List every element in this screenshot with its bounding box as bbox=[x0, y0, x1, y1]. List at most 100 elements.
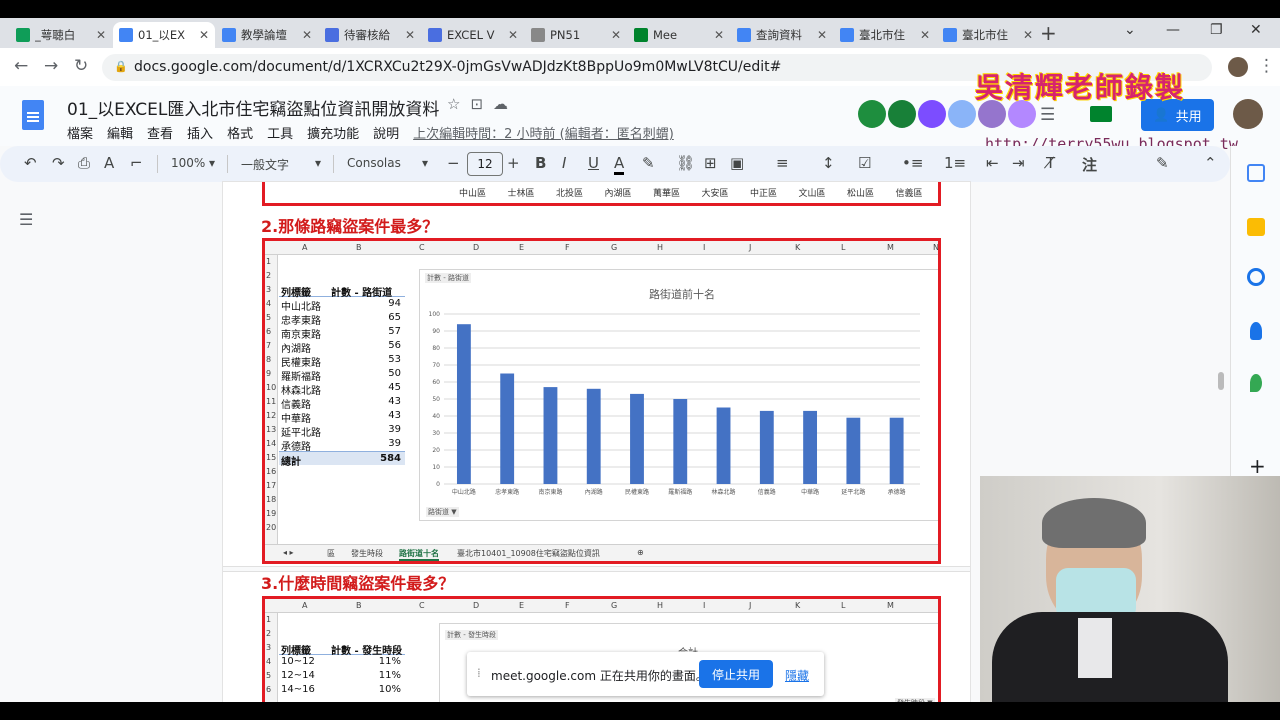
sheet-nav-arrows[interactable]: ◂ ▸ bbox=[283, 548, 294, 557]
close-icon[interactable]: ✕ bbox=[199, 28, 209, 42]
browser-tab[interactable]: PN51 ✕ bbox=[525, 22, 627, 48]
close-icon[interactable]: ✕ bbox=[817, 28, 827, 42]
browser-tab[interactable]: EXCEL V ✕ bbox=[422, 22, 524, 48]
add-comment-icon[interactable]: ⊞ bbox=[704, 154, 717, 172]
line-spacing-icon[interactable]: ↕ bbox=[822, 154, 835, 172]
menu-edit[interactable]: 編輯 bbox=[107, 123, 133, 142]
close-icon[interactable]: ✕ bbox=[96, 28, 106, 42]
stop-sharing-button[interactable]: 停止共用 bbox=[699, 660, 773, 688]
link-icon[interactable]: ⛓ bbox=[676, 154, 695, 172]
forward-icon[interactable]: → bbox=[44, 56, 58, 76]
drag-handle-icon[interactable]: ⁞ bbox=[477, 666, 481, 680]
highlight-icon[interactable]: ✎ bbox=[642, 154, 655, 172]
close-icon[interactable]: ✕ bbox=[508, 28, 518, 42]
scrollbar[interactable] bbox=[1218, 372, 1224, 390]
add-addon-icon[interactable]: + bbox=[1249, 454, 1266, 478]
redo-icon[interactable]: ↷ bbox=[52, 154, 65, 172]
numbered-list-icon[interactable]: 1≡ bbox=[944, 154, 966, 172]
document-title[interactable]: 01_以EXCEL匯入北市住宅竊盜點位資訊開放資料 bbox=[67, 95, 439, 120]
browser-tab[interactable]: 待審核給 ✕ bbox=[319, 22, 421, 48]
last-edit-link[interactable]: 上次編輯時間：2 小時前 (編輯者：匿名刺蝟) bbox=[413, 123, 674, 142]
move-folder-icon[interactable]: ⊡ bbox=[470, 95, 493, 113]
input-tools-button[interactable]: 注 bbox=[1082, 154, 1097, 175]
browser-tab[interactable]: _萼聴白 ✕ bbox=[10, 22, 112, 48]
maps-icon[interactable] bbox=[1250, 374, 1262, 392]
maximize-icon[interactable]: ❐ bbox=[1210, 22, 1223, 38]
browser-profile-avatar[interactable] bbox=[1228, 57, 1248, 77]
spellcheck-icon[interactable]: A bbox=[104, 154, 114, 172]
collaborator-avatar[interactable] bbox=[858, 100, 886, 128]
collaborator-avatar[interactable] bbox=[888, 100, 916, 128]
print-icon[interactable]: ⎙ bbox=[78, 154, 90, 172]
clear-formatting-icon[interactable]: T̸ bbox=[1046, 154, 1055, 172]
menu-insert[interactable]: 插入 bbox=[187, 123, 213, 142]
font-size-input[interactable]: 12 bbox=[467, 152, 503, 176]
chevron-down-icon[interactable]: ▾ bbox=[209, 156, 215, 170]
collapse-toolbar-icon[interactable]: ⌃ bbox=[1204, 154, 1217, 172]
tab-search-icon[interactable]: ⌄ bbox=[1124, 22, 1136, 38]
star-icon[interactable]: ☆ bbox=[447, 95, 470, 113]
browser-menu-icon[interactable]: ⋮ bbox=[1258, 56, 1275, 76]
sheet-tab[interactable]: 臺北市10401_10908住宅竊盜點位資訊 bbox=[457, 548, 600, 559]
zoom-select[interactable]: 100% bbox=[171, 156, 205, 170]
menu-tools[interactable]: 工具 bbox=[267, 123, 293, 142]
bulleted-list-icon[interactable]: •≡ bbox=[902, 154, 923, 172]
insert-image-icon[interactable]: ▣ bbox=[730, 154, 744, 172]
hide-notice-link[interactable]: 隱藏 bbox=[785, 667, 809, 684]
bold-icon[interactable]: B bbox=[535, 154, 546, 172]
menu-file[interactable]: 檔案 bbox=[67, 123, 93, 142]
account-avatar[interactable] bbox=[1233, 99, 1263, 129]
sheet-tab[interactable]: 發生時段 bbox=[351, 548, 383, 559]
chart-filter-button[interactable]: 路街道 ▼ bbox=[426, 507, 459, 517]
close-icon[interactable]: ✕ bbox=[611, 28, 621, 42]
comment-history-icon[interactable]: ☰ bbox=[1040, 105, 1055, 125]
add-sheet-icon[interactable]: ⊕ bbox=[637, 548, 644, 557]
text-color-icon[interactable]: A bbox=[614, 154, 625, 175]
sheet-tab[interactable]: 區 bbox=[327, 548, 335, 559]
browser-tab[interactable]: 臺北市住 ✕ bbox=[834, 22, 936, 48]
chevron-down-icon[interactable]: ▾ bbox=[315, 156, 321, 170]
collaborator-avatar[interactable] bbox=[948, 100, 976, 128]
close-window-icon[interactable]: ✕ bbox=[1250, 22, 1262, 38]
document-outline-icon[interactable]: ☰ bbox=[19, 210, 33, 229]
sheet-tab[interactable]: 路街道十名 bbox=[399, 548, 439, 561]
paint-format-icon[interactable]: ⌐ bbox=[130, 154, 143, 172]
close-icon[interactable]: ✕ bbox=[302, 28, 312, 42]
calendar-icon[interactable] bbox=[1247, 164, 1265, 182]
contacts-icon[interactable] bbox=[1250, 322, 1262, 340]
cloud-status-icon[interactable]: ☁ bbox=[493, 95, 518, 113]
chevron-down-icon[interactable]: ▾ bbox=[422, 156, 428, 170]
editing-mode-icon[interactable]: ✎ bbox=[1156, 154, 1169, 172]
decrease-indent-icon[interactable]: ⇤ bbox=[986, 154, 999, 172]
back-icon[interactable]: ← bbox=[14, 56, 28, 76]
browser-tab[interactable]: Mee ✕ bbox=[628, 22, 730, 48]
menu-extensions[interactable]: 擴充功能 bbox=[307, 123, 359, 142]
increase-font-icon[interactable]: + bbox=[507, 154, 520, 172]
close-icon[interactable]: ✕ bbox=[714, 28, 724, 42]
browser-tab[interactable]: 臺北市住 ✕ bbox=[937, 22, 1039, 48]
keep-icon[interactable] bbox=[1247, 218, 1265, 236]
reload-icon[interactable]: ↻ bbox=[74, 56, 88, 76]
font-select[interactable]: Consolas bbox=[347, 156, 401, 170]
menu-view[interactable]: 查看 bbox=[147, 123, 173, 142]
increase-indent-icon[interactable]: ⇥ bbox=[1012, 154, 1025, 172]
style-select[interactable]: 一般文字 bbox=[241, 156, 289, 173]
decrease-font-icon[interactable]: − bbox=[447, 154, 460, 172]
close-icon[interactable]: ✕ bbox=[405, 28, 415, 42]
meet-icon[interactable] bbox=[1090, 106, 1112, 122]
italic-icon[interactable]: I bbox=[562, 154, 566, 172]
menu-format[interactable]: 格式 bbox=[227, 123, 253, 142]
undo-icon[interactable]: ↶ bbox=[24, 154, 37, 172]
new-tab-button[interactable]: + bbox=[1040, 21, 1057, 45]
close-icon[interactable]: ✕ bbox=[920, 28, 930, 42]
minimize-icon[interactable]: — bbox=[1166, 22, 1180, 38]
menu-help[interactable]: 說明 bbox=[373, 123, 399, 142]
browser-tab[interactable]: 01_以EX ✕ bbox=[113, 22, 215, 48]
underline-icon[interactable]: U bbox=[588, 154, 599, 172]
tasks-icon[interactable] bbox=[1247, 268, 1265, 286]
close-icon[interactable]: ✕ bbox=[1023, 28, 1033, 42]
docs-logo-icon[interactable] bbox=[22, 100, 44, 130]
checklist-icon[interactable]: ☑ bbox=[858, 154, 871, 172]
collaborator-avatar[interactable] bbox=[918, 100, 946, 128]
browser-tab[interactable]: 教學論壇 ✕ bbox=[216, 22, 318, 48]
